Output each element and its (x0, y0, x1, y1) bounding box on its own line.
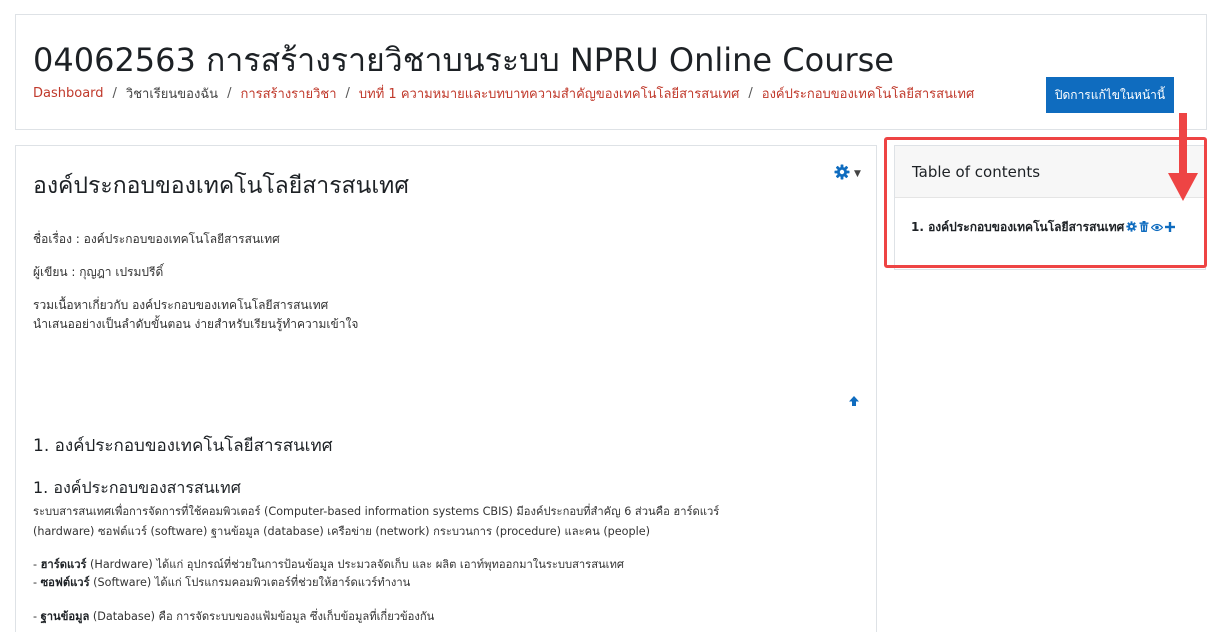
breadcrumb-separator: / (345, 86, 350, 101)
toc-title: Table of contents (895, 146, 1205, 198)
breadcrumb-chapter[interactable]: บทที่ 1 ความหมายและบทบาทความสำคัญของเทคโ… (359, 83, 739, 104)
breadcrumb-separator: / (748, 86, 753, 101)
breadcrumb: Dashboard / วิชาเรียนของฉัน / การสร้างรา… (33, 83, 974, 104)
topic-line: ชื่อเรื่อง : องค์ประกอบของเทคโนโลยีสารสน… (33, 232, 280, 246)
breadcrumb-dashboard[interactable]: Dashboard (33, 86, 104, 101)
toc-item: 1. องค์ประกอบของเทคโนโลยีสารสนเทศ (911, 218, 1176, 237)
list-item: - ฐานข้อมูล (Database) คือ การจัดระบบของ… (33, 610, 435, 623)
subsection-heading: 1. องค์ประกอบของสารสนเทศ (33, 478, 241, 497)
trash-icon[interactable] (1139, 220, 1149, 235)
actions-menu[interactable]: ▼ (834, 164, 861, 184)
summary-line-1: รวมเนื้อหาเกี่ยวกับ องค์ประกอบของเทคโนโล… (33, 298, 329, 312)
section-heading: 1. องค์ประกอบของเทคโนโลยีสารสนเทศ (33, 436, 333, 456)
breadcrumb-separator: / (227, 86, 232, 101)
toc-block: Table of contents 1. องค์ประกอบของเทคโนโ… (894, 145, 1206, 270)
author-line: ผู้เขียน : กุญฎา เปรมปรีดิ์ (33, 265, 164, 279)
course-header: 04062563 การสร้างรายวิชาบนระบบ NPRU Onli… (15, 14, 1207, 130)
list-item: - ซอฟต์แวร์ (Software) ได้แก่ โปรแกรมคอม… (33, 576, 411, 589)
breadcrumb-current-page[interactable]: องค์ประกอบของเทคโนโลยีสารสนเทศ (762, 83, 975, 104)
breadcrumb-course[interactable]: การสร้างรายวิชา (240, 83, 336, 104)
intro-line-2: (hardware) ซอฟต์แวร์ (software) ฐานข้อมู… (33, 525, 650, 538)
breadcrumb-separator: / (112, 86, 117, 101)
toc-item-actions (1126, 220, 1176, 235)
gear-icon[interactable] (834, 164, 850, 184)
page-title: องค์ประกอบของเทคโนโลยีสารสนเทศ (33, 173, 409, 199)
eye-icon[interactable] (1150, 221, 1164, 235)
arrow-up-icon[interactable] (848, 392, 860, 411)
annotation-arrow-down-icon (1166, 113, 1200, 207)
plus-icon[interactable] (1165, 221, 1176, 235)
course-title: 04062563 การสร้างรายวิชาบนระบบ NPRU Onli… (33, 41, 894, 79)
intro-line-1: ระบบสารสนเทศเพื่อการจัดการที่ใช้คอมพิวเต… (33, 505, 720, 518)
turn-editing-off-button[interactable]: ปิดการแก้ไขในหน้านี้ (1046, 77, 1174, 113)
breadcrumb-my-courses: วิชาเรียนของฉัน (125, 87, 219, 102)
summary-line-2: นำเสนออย่างเป็นลำดับขั้นตอน ง่ายสำหรับเร… (33, 317, 359, 331)
chevron-down-icon[interactable]: ▼ (854, 169, 861, 179)
toc-item-link[interactable]: 1. องค์ประกอบของเทคโนโลยีสารสนเทศ (911, 218, 1124, 237)
list-item: - ฮาร์ดแวร์ (Hardware) ได้แก่ อุปกรณ์ที่… (33, 558, 624, 571)
book-content: องค์ประกอบของเทคโนโลยีสารสนเทศ ▼ ชื่อเรื… (15, 145, 877, 632)
gear-icon[interactable] (1126, 220, 1137, 235)
